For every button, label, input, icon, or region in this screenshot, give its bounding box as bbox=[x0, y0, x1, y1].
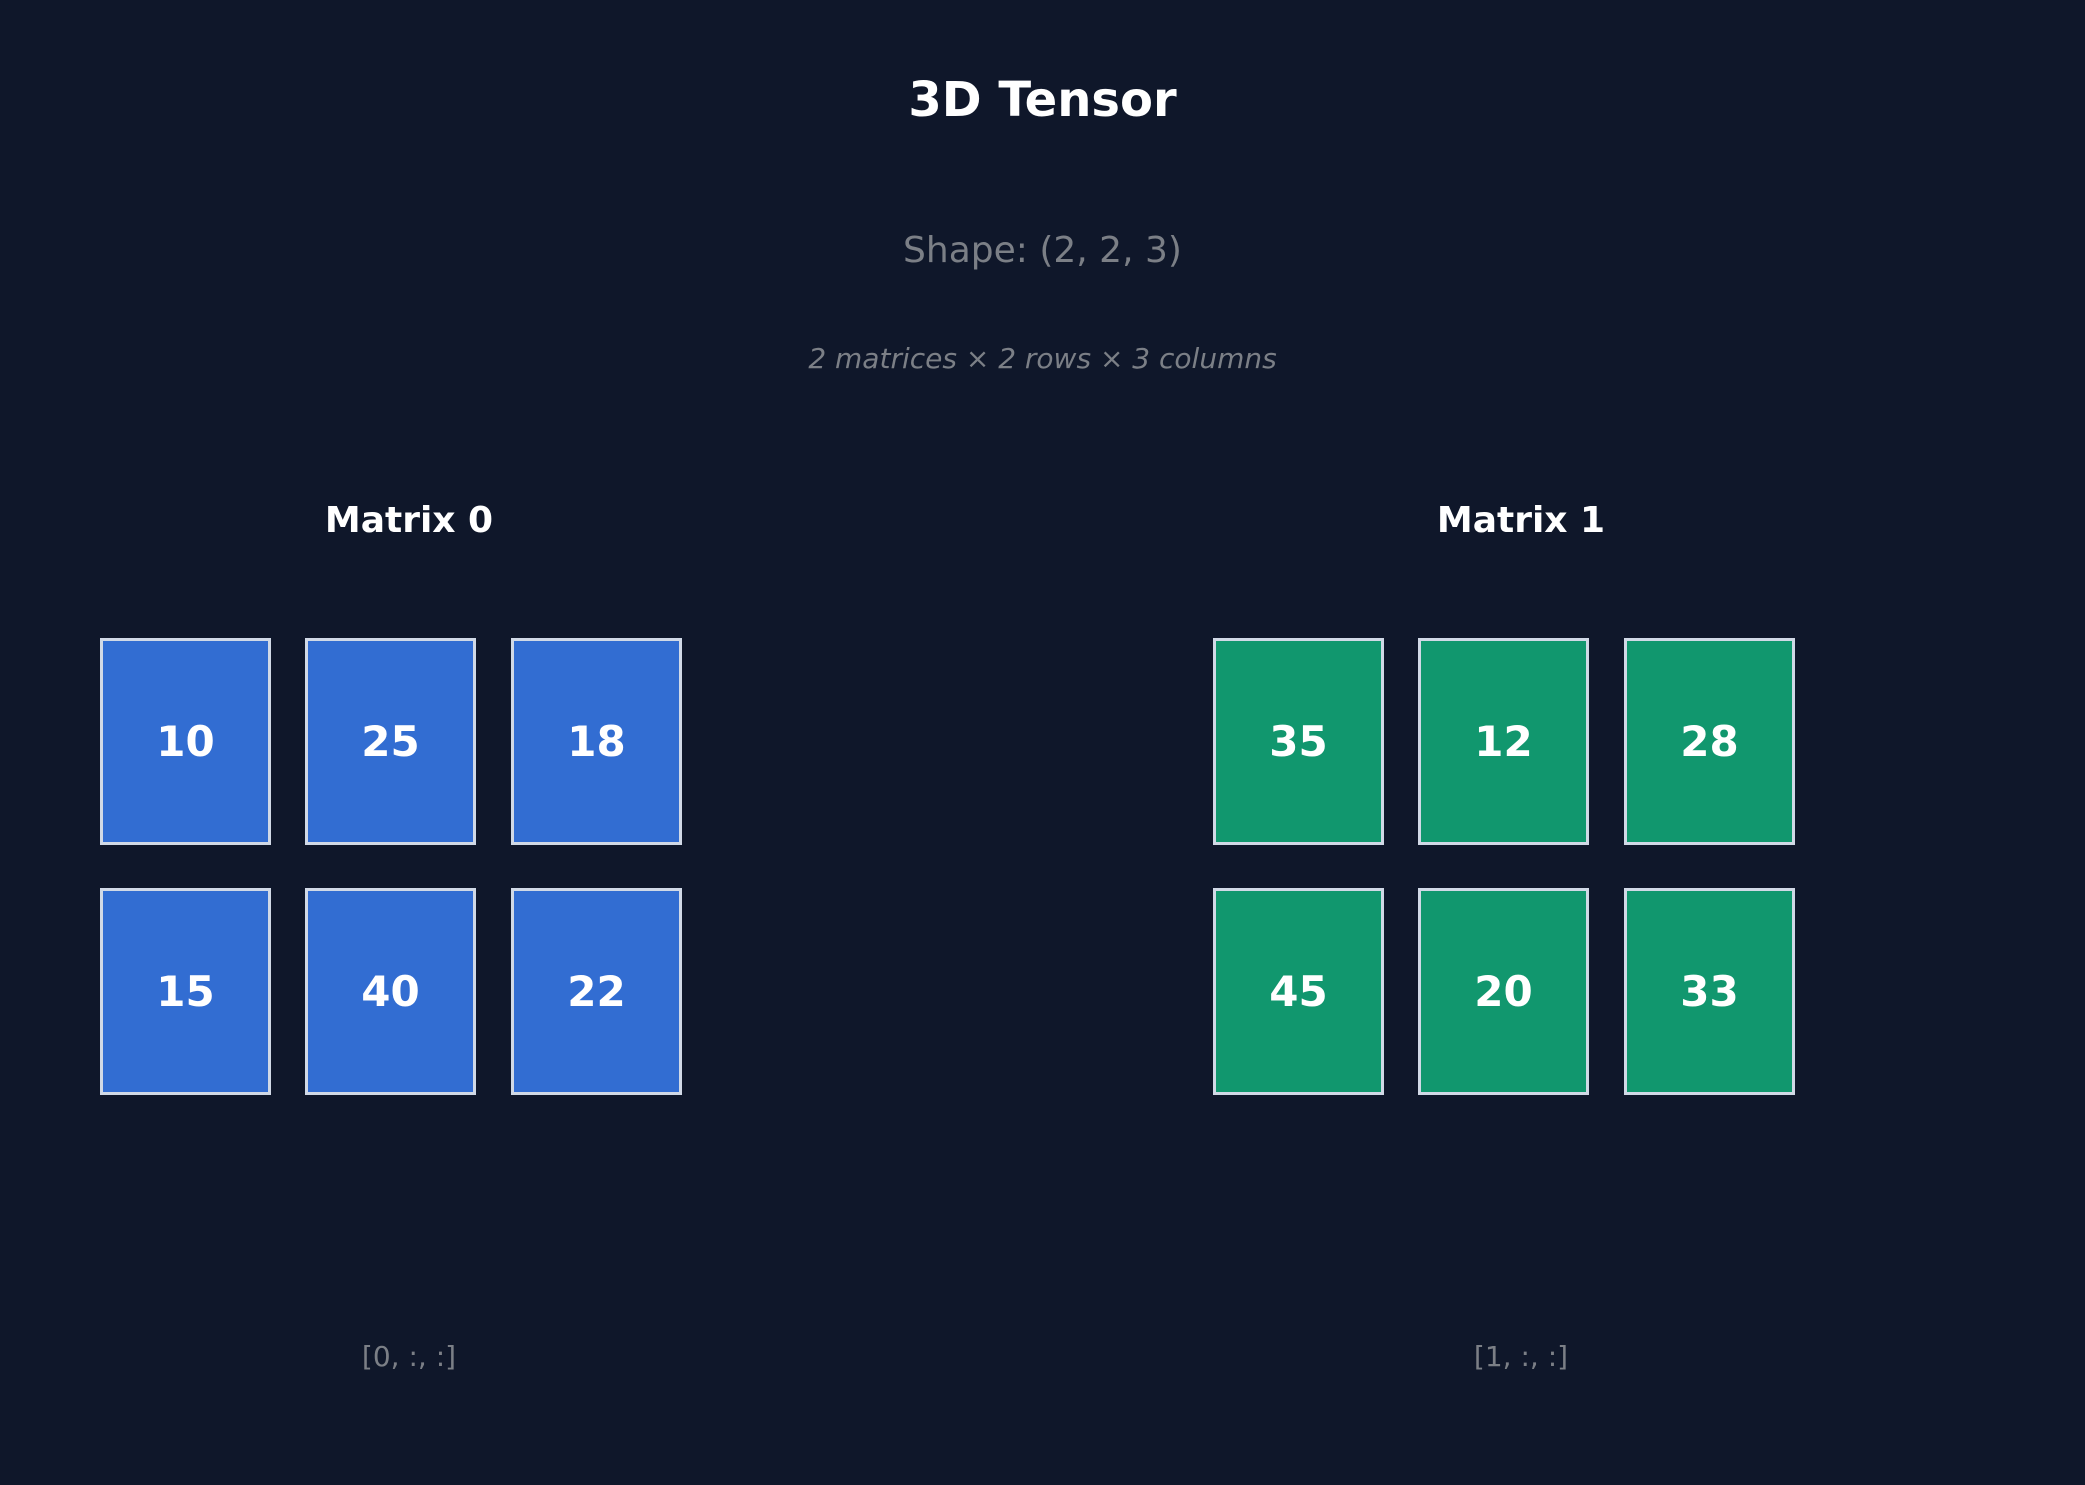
matrix-0-cell-r0-c1: 25 bbox=[305, 638, 476, 845]
matrix-1-cell-r1-c1: 20 bbox=[1418, 888, 1589, 1095]
matrix-0-title: Matrix 0 bbox=[324, 500, 494, 541]
matrix-1-title: Matrix 1 bbox=[1436, 500, 1606, 541]
matrix-1-cell-r0-c2: 28 bbox=[1624, 638, 1795, 845]
diagram-title: 3D Tensor bbox=[908, 72, 1177, 128]
matrix-1-cell-r1-c0: 45 bbox=[1213, 888, 1384, 1095]
matrix-0-cell-r0-c2: 18 bbox=[511, 638, 682, 845]
dimensions-description: 2 matrices × 2 rows × 3 columns bbox=[808, 342, 1277, 375]
matrix-0-index: [0, :, :] bbox=[361, 1340, 457, 1373]
matrix-0-cell-r1-c0: 15 bbox=[100, 888, 271, 1095]
matrix-1-cell-r1-c2: 33 bbox=[1624, 888, 1795, 1095]
matrix-0-cell-r1-c1: 40 bbox=[305, 888, 476, 1095]
matrix-1-index: [1, :, :] bbox=[1473, 1340, 1569, 1373]
matrix-1-cell-r0-c0: 35 bbox=[1213, 638, 1384, 845]
matrix-0-cell-r0-c0: 10 bbox=[100, 638, 271, 845]
matrix-0-cell-r1-c2: 22 bbox=[511, 888, 682, 1095]
shape-label: Shape: (2, 2, 3) bbox=[903, 230, 1182, 271]
matrix-1-cell-r0-c1: 12 bbox=[1418, 638, 1589, 845]
